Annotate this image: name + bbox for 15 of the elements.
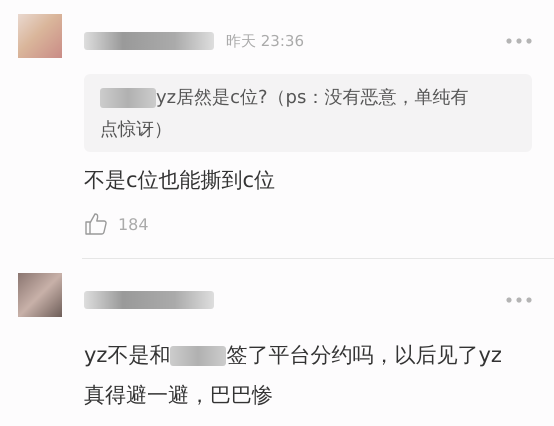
comment-text: 不是c位也能撕到c位 xyxy=(84,168,276,192)
comment-text: yz居然是c位?（ps：没有恶意，单纯有 xyxy=(156,87,468,108)
avatar-placeholder[interactable] xyxy=(18,14,62,58)
timestamp: 昨天 23:36 xyxy=(226,32,304,50)
redacted-block xyxy=(170,346,226,366)
more-icon[interactable] xyxy=(506,297,532,303)
more-icon[interactable] xyxy=(506,38,532,44)
redacted-block xyxy=(100,88,156,108)
like-count: 184 xyxy=(118,214,149,234)
thumbs-up-icon[interactable] xyxy=(84,212,108,236)
comment-text: yz不是和 xyxy=(84,343,170,367)
avatar-placeholder[interactable] xyxy=(18,273,62,317)
comment-text: 真得避一避，巴巴惨 xyxy=(84,383,273,407)
comment-text: 签了平台分约吗，以后见了yz xyxy=(226,343,502,367)
comment-text: 点惊讶） xyxy=(100,119,172,140)
